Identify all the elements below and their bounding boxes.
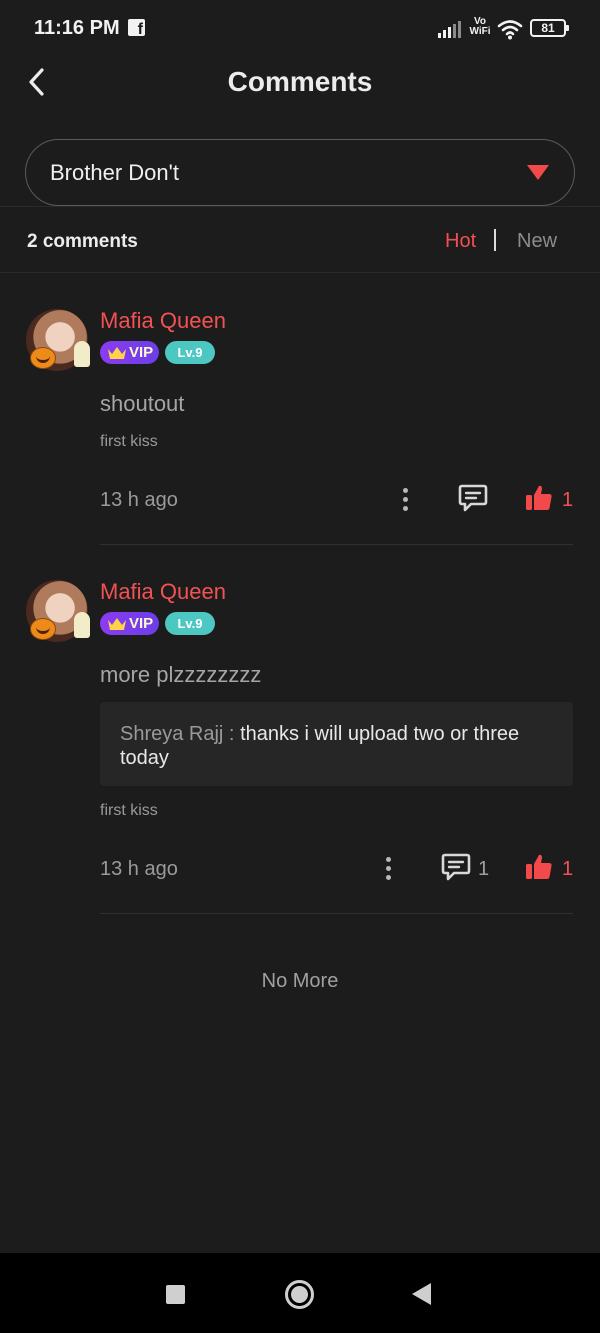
book-select-value: Brother Don't	[50, 160, 179, 185]
level-badge: Lv.9	[165, 341, 215, 364]
sort-new-tab[interactable]: New	[517, 230, 557, 253]
comment-divider	[100, 544, 573, 545]
vip-label: VIP	[129, 344, 154, 361]
reply-preview-text: Shreya Rajj : thanks i will upload two o…	[120, 722, 550, 770]
ghost-frame-icon	[74, 341, 90, 367]
back-triangle-icon[interactable]	[412, 1283, 431, 1305]
book-select-dropdown[interactable]: Brother Don't	[25, 139, 575, 206]
avatar[interactable]	[26, 580, 90, 642]
sort-separator	[494, 229, 496, 251]
comment-text: shoutout	[100, 391, 185, 416]
reply-author: Shreya Rajj :	[120, 723, 241, 745]
status-bar: 11:16 PM f Vo WiFi 81	[0, 0, 600, 56]
reply-count: 1	[478, 858, 490, 880]
like-count: 1	[562, 858, 574, 880]
divider	[0, 206, 600, 207]
thumbs-up-icon[interactable]	[525, 484, 553, 512]
avatar[interactable]	[26, 309, 90, 371]
facebook-icon: f	[128, 19, 145, 38]
no-more-label: No More	[261, 970, 339, 992]
vip-badge: VIP	[100, 612, 159, 635]
more-options-icon[interactable]	[386, 857, 392, 881]
reply-preview[interactable]: Shreya Rajj : thanks i will upload two o…	[100, 702, 573, 786]
comment-book-tag[interactable]: first kiss	[100, 433, 158, 451]
comment-timestamp: 13 h ago	[100, 489, 178, 511]
like-count: 1	[562, 489, 574, 511]
comment-text: more plzzzzzzzz	[100, 662, 262, 687]
comment-username[interactable]: Mafia Queen	[100, 308, 226, 334]
comment-username[interactable]: Mafia Queen	[100, 579, 226, 605]
status-time: 11:16 PM	[34, 17, 120, 39]
comment-count: 2 comments	[27, 231, 138, 252]
level-label: Lv.9	[177, 345, 203, 360]
pumpkin-frame-icon	[30, 347, 56, 369]
dropdown-arrow-icon	[527, 165, 549, 180]
header: Comments	[0, 56, 600, 112]
crown-icon	[108, 618, 126, 630]
thumbs-up-icon[interactable]	[525, 853, 553, 881]
comment-book-tag[interactable]: first kiss	[100, 802, 158, 820]
battery-level: 81	[541, 21, 555, 35]
comment-divider	[100, 913, 573, 914]
crown-icon	[108, 347, 126, 359]
level-badge: Lv.9	[165, 612, 215, 635]
vowifi-icon: Vo WiFi	[469, 16, 491, 37]
system-nav-bar	[0, 1253, 600, 1333]
comment-timestamp: 13 h ago	[100, 858, 178, 880]
wifi-icon	[497, 20, 523, 40]
recents-square-icon[interactable]	[166, 1285, 185, 1304]
home-circle-icon[interactable]	[285, 1280, 314, 1309]
level-label: Lv.9	[177, 616, 203, 631]
battery-icon: 81	[530, 19, 569, 37]
page-title: Comments	[227, 66, 373, 97]
pumpkin-frame-icon	[30, 618, 56, 640]
facebook-glyph: f	[137, 21, 143, 38]
sort-hot-tab[interactable]: Hot	[445, 230, 476, 253]
ghost-frame-icon	[74, 612, 90, 638]
reply-icon[interactable]	[457, 482, 489, 514]
divider	[0, 272, 600, 273]
more-options-icon[interactable]	[403, 488, 409, 512]
vip-label: VIP	[129, 615, 154, 632]
vip-badge: VIP	[100, 341, 159, 364]
signal-icon	[438, 21, 461, 38]
reply-icon[interactable]	[440, 851, 472, 883]
